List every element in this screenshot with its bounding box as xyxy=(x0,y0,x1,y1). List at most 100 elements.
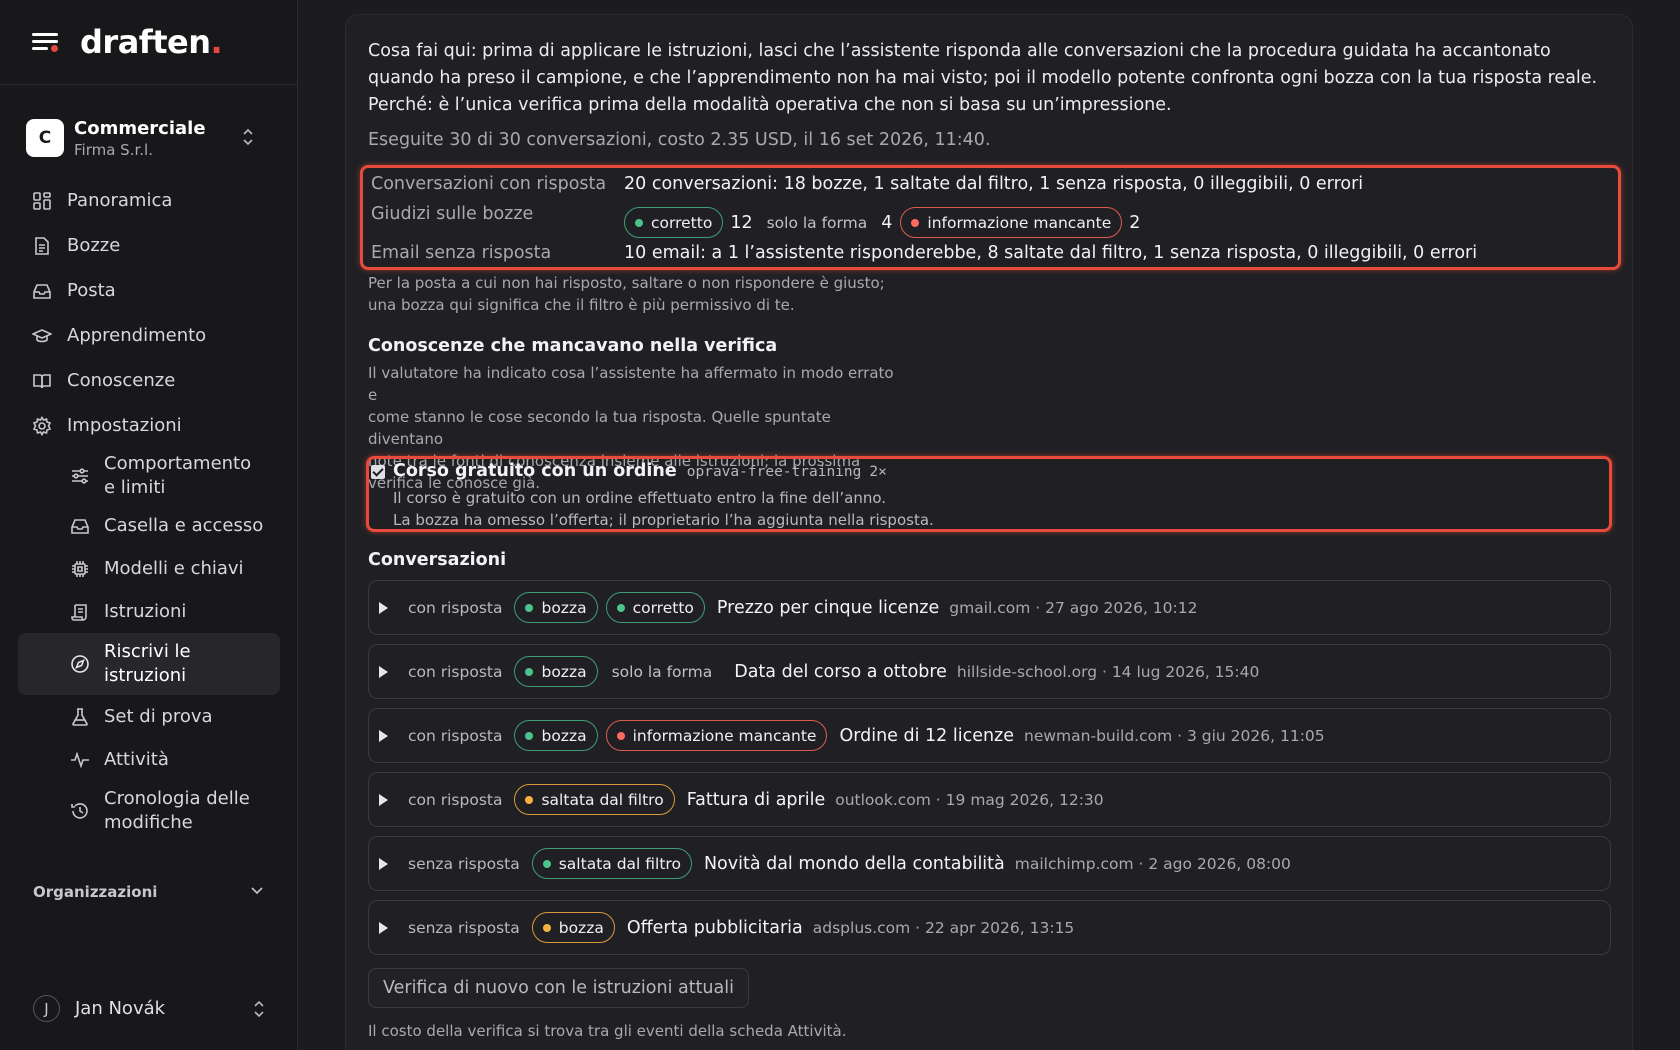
org-switcher[interactable]: C Commerciale Firma S.r.l. xyxy=(26,113,276,163)
activity-icon xyxy=(71,751,89,769)
tag-badge: corretto xyxy=(605,592,705,623)
judgment-form-label[interactable]: solo la forma xyxy=(767,214,868,232)
tag-badge: bozza xyxy=(514,592,598,623)
sidebar-item-set-di-prova[interactable]: Set di prova xyxy=(18,695,280,739)
knowledge-item-count: 2× xyxy=(869,464,887,480)
summary-row-unanswered: Email senza risposta 10 email: a 1 l’ass… xyxy=(371,243,1477,263)
nav-label: Conoscenze xyxy=(67,370,176,391)
expand-triangle-icon[interactable] xyxy=(379,729,388,742)
nav-label: Apprendimento xyxy=(67,325,207,346)
sidebar-item-attivita[interactable]: Attività xyxy=(18,739,280,781)
conversation-row[interactable]: con risposta bozza solo la forma Data de… xyxy=(368,644,1611,699)
nav-item-bozze[interactable]: Bozze xyxy=(18,223,280,268)
expand-triangle-icon[interactable] xyxy=(379,601,388,614)
knowledge-item-body: Il corso è gratuito con un ordine effett… xyxy=(393,489,934,529)
flask-icon xyxy=(72,708,88,726)
conversation-subject: Novità dal mondo della contabilità xyxy=(703,853,1005,874)
summary-label: Email senza risposta xyxy=(371,243,552,263)
form-count: 4 xyxy=(881,212,893,233)
gear-icon xyxy=(32,415,52,436)
summary-value: 10 email: a 1 l’assistente risponderebbe… xyxy=(624,243,1478,263)
sidebar-item-modelli[interactable]: Modelli e chiavi xyxy=(18,547,280,590)
conversations-title: Conversazioni xyxy=(368,550,507,570)
expand-triangle-icon[interactable] xyxy=(379,665,388,678)
filter-hint: Per la posta a cui non hai risposto, sal… xyxy=(368,272,888,316)
conversation-subject: Data del corso a ottobre xyxy=(734,661,947,682)
conversation-subject: Prezzo per cinque licenze xyxy=(716,597,940,618)
nav-item-posta[interactable]: Posta xyxy=(18,268,280,313)
conversation-status: con risposta xyxy=(408,662,503,681)
main-nav: Panoramica Bozze Posta Apprendimento Con… xyxy=(18,178,280,841)
sidebar-item-istruzioni[interactable]: Istruzioni xyxy=(18,590,280,633)
conversation-status: con risposta xyxy=(408,790,503,809)
tag-badge: saltata dal filtro xyxy=(514,784,675,815)
org-avatar: C xyxy=(26,119,64,157)
conversation-row[interactable]: con risposta bozza corretto Prezzo per c… xyxy=(368,580,1611,635)
conversation-status: con risposta xyxy=(408,598,503,617)
conversation-row[interactable]: senza risposta bozza Offerta pubblicitar… xyxy=(368,900,1611,955)
conversation-meta: newman-build.com · 3 giu 2026, 11:05 xyxy=(1024,726,1325,745)
sidebar-item-cronologia[interactable]: Cronologia delle modifiche xyxy=(18,781,280,841)
nav-label: Panoramica xyxy=(67,190,173,211)
judgment-missing-badge[interactable]: informazione mancante xyxy=(900,207,1123,238)
sidebar-item-label: Modelli e chiavi xyxy=(104,557,244,579)
sidebar-item-label: Casella e accesso xyxy=(104,514,264,536)
knowledge-item-code: oprava-free-training xyxy=(686,464,862,480)
recheck-button[interactable]: Verifica di nuovo con le istruzioni attu… xyxy=(368,968,749,1008)
sidebar-item-label: Riscrivi le istruzioni xyxy=(104,641,191,686)
logo-row: draften. xyxy=(0,0,297,85)
conversation-status: senza risposta xyxy=(408,854,520,873)
brand-logo[interactable]: draften. xyxy=(80,23,223,61)
nav-label: Impostazioni xyxy=(67,415,182,436)
book-icon xyxy=(33,373,51,388)
sidebar-item-label: Istruzioni xyxy=(104,600,187,622)
nav-item-panoramica[interactable]: Panoramica xyxy=(18,178,280,223)
conversation-subject: Fattura di aprile xyxy=(686,789,826,810)
nav-item-apprendimento[interactable]: Apprendimento xyxy=(18,313,280,358)
summary-row-judgments: Giudizi sulle bozze corretto 12 solo la … xyxy=(371,202,1140,238)
conversation-meta: mailchimp.com · 2 ago 2026, 08:00 xyxy=(1014,854,1291,873)
tag-badge: saltata dal filtro xyxy=(531,848,692,879)
expand-triangle-icon[interactable] xyxy=(379,921,388,934)
nav-label: Bozze xyxy=(67,235,121,256)
results-summary: Conversazioni con risposta 20 conversazi… xyxy=(360,165,1621,270)
conversation-row[interactable]: senza risposta saltata dal filtro Novità… xyxy=(368,836,1611,891)
hint-line: una bozza qui significa che il filtro è … xyxy=(368,296,795,314)
chevron-updown-icon xyxy=(243,128,253,146)
tag-badge: bozza xyxy=(514,656,598,687)
document-icon xyxy=(35,236,49,255)
nav-item-conoscenze[interactable]: Conoscenze xyxy=(18,358,280,403)
sidebar: draften. C Commerciale Firma S.r.l. Pano… xyxy=(0,0,298,1050)
user-name: Jan Novák xyxy=(75,998,166,1019)
organizations-label[interactable]: Organizzazioni xyxy=(33,883,157,901)
intro-text: Cosa fai qui: prima di applicare le istr… xyxy=(368,41,1598,115)
sliders-icon xyxy=(72,468,88,484)
knowledge-item-name: Corso gratuito con un ordine xyxy=(393,461,677,481)
knowledge-checkbox[interactable] xyxy=(371,465,385,479)
summary-label: Giudizi sulle bozze xyxy=(371,204,534,224)
missing-count: 2 xyxy=(1129,212,1141,233)
user-menu[interactable]: J Jan Novák xyxy=(33,995,265,1022)
conversation-meta: gmail.com · 27 ago 2026, 10:12 xyxy=(949,598,1198,617)
conversation-row[interactable]: con risposta saltata dal filtro Fattura … xyxy=(368,772,1611,827)
run-summary: Eseguite 30 di 30 conversazioni, costo 2… xyxy=(368,130,991,150)
tag-badge: informazione mancante xyxy=(605,720,828,751)
scroll-icon xyxy=(71,603,87,621)
chevron-down-icon[interactable] xyxy=(250,886,264,896)
history-icon xyxy=(71,803,88,819)
sidebar-item-riscrivi[interactable]: Riscrivi le istruzioni xyxy=(18,633,280,695)
conversation-row[interactable]: con risposta bozza informazione mancante… xyxy=(368,708,1611,763)
judgment-correct-badge[interactable]: corretto xyxy=(624,207,724,238)
knowledge-title: Conoscenze che mancavano nella verifica xyxy=(368,336,778,356)
sidebar-item-label: Comportamento e limiti xyxy=(104,453,252,498)
sidebar-item-comportamento[interactable]: Comportamento e limiti xyxy=(18,448,280,504)
sidebar-item-label: Set di prova xyxy=(104,706,213,727)
org-name: Commerciale xyxy=(74,117,206,139)
nav-item-impostazioni[interactable]: Impostazioni xyxy=(18,403,280,448)
expand-triangle-icon[interactable] xyxy=(379,793,388,806)
sidebar-item-casella[interactable]: Casella e accesso xyxy=(18,504,280,547)
conversation-subject: Offerta pubblicitaria xyxy=(626,917,803,938)
menu-icon[interactable] xyxy=(32,31,58,53)
conversation-meta: adsplus.com · 22 apr 2026, 13:15 xyxy=(812,918,1075,937)
expand-triangle-icon[interactable] xyxy=(379,857,388,870)
